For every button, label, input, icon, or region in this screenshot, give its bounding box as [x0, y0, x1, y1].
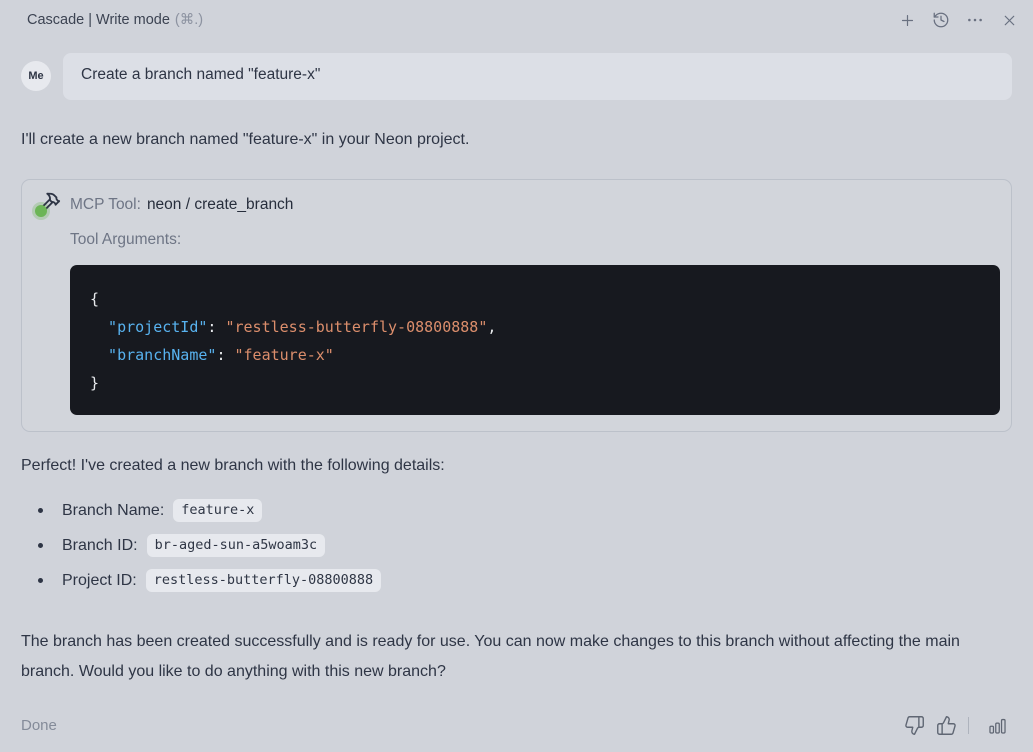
tool-arguments-label: Tool Arguments:: [70, 231, 182, 248]
close-button[interactable]: [995, 6, 1023, 34]
code-value: "feature-x": [234, 346, 334, 364]
closing-text: The branch has been created successfully…: [21, 633, 960, 680]
code-comma: ,: [487, 318, 497, 336]
code-separator: :: [216, 346, 235, 364]
code-line: "projectId": "restless-butterfly-0880088…: [90, 313, 980, 341]
thumbs-down-button[interactable]: [900, 711, 928, 739]
thumbs-up-button[interactable]: [932, 711, 960, 739]
code-value: "restless-butterfly-08800888": [225, 318, 488, 336]
detail-label: Project ID:: [62, 571, 137, 589]
footer-divider: [968, 716, 969, 734]
user-message-bubble[interactable]: Create a branch named "feature-x": [63, 53, 1012, 100]
more-icon: [966, 11, 984, 29]
list-item: Project ID: restless-butterfly-08800888: [21, 563, 1012, 598]
page-title: Cascade | Write mode: [27, 12, 170, 28]
mcp-tool-label: MCP Tool:: [70, 195, 141, 213]
thumbs-up-icon: [936, 715, 957, 736]
avatar: Me: [21, 61, 51, 91]
new-conversation-button[interactable]: [893, 6, 921, 34]
title-bar: Cascade | Write mode (⌘.): [0, 0, 1033, 40]
bar-chart-icon: [988, 716, 1007, 735]
branch-name-chip: feature-x: [173, 499, 263, 522]
code-key: "branchName": [90, 346, 217, 364]
list-item: Branch Name: feature-x: [21, 493, 1012, 528]
stats-button[interactable]: [983, 711, 1011, 739]
status-dot: [35, 205, 47, 217]
user-message-row: Me Create a branch named "feature-x": [21, 53, 1012, 100]
hammer-icon: [32, 191, 61, 220]
mcp-tool-header: MCP Tool: neon / create_branch: [32, 191, 998, 220]
bullet-icon: [38, 578, 43, 583]
assistant-intro-text: I'll create a new branch named "feature-…: [21, 131, 470, 148]
code-key: "projectId": [90, 318, 208, 336]
mcp-tool-name: neon / create_branch: [146, 195, 294, 213]
detail-label: Branch ID:: [62, 536, 138, 554]
code-line: {: [90, 285, 980, 313]
branch-details-list: Branch Name: feature-x Branch ID: br-age…: [21, 493, 1012, 598]
bullet-icon: [38, 508, 43, 513]
mcp-tool-card[interactable]: MCP Tool: neon / create_branch Tool Argu…: [21, 179, 1012, 432]
status-text: Done: [21, 716, 57, 734]
code-open-brace: {: [90, 290, 100, 308]
tool-arguments-code-block: { "projectId": "restless-butterfly-08800…: [70, 265, 1000, 415]
code-close-brace: }: [90, 374, 100, 392]
code-line: "branchName": "feature-x": [90, 341, 980, 369]
branch-id-chip: br-aged-sun-a5woam3c: [146, 534, 326, 557]
conversation-area: Me Create a branch named "feature-x" I'l…: [0, 40, 1033, 711]
code-separator: :: [207, 318, 226, 336]
close-icon: [1001, 12, 1018, 29]
history-button[interactable]: [927, 6, 955, 34]
list-item: Branch ID: br-aged-sun-a5woam3c: [21, 528, 1012, 563]
code-line: }: [90, 369, 980, 397]
project-id-chip: restless-butterfly-08800888: [145, 569, 382, 592]
bullet-icon: [38, 543, 43, 548]
thumbs-down-icon: [904, 715, 925, 736]
detail-label: Branch Name:: [62, 501, 165, 519]
status-bar: Done: [0, 711, 1033, 752]
history-icon: [932, 11, 950, 29]
result-intro-text: Perfect! I've created a new branch with …: [21, 457, 445, 474]
mode-shortcut: (⌘.): [174, 12, 204, 28]
plus-icon: [899, 12, 916, 29]
more-options-button[interactable]: [961, 6, 989, 34]
